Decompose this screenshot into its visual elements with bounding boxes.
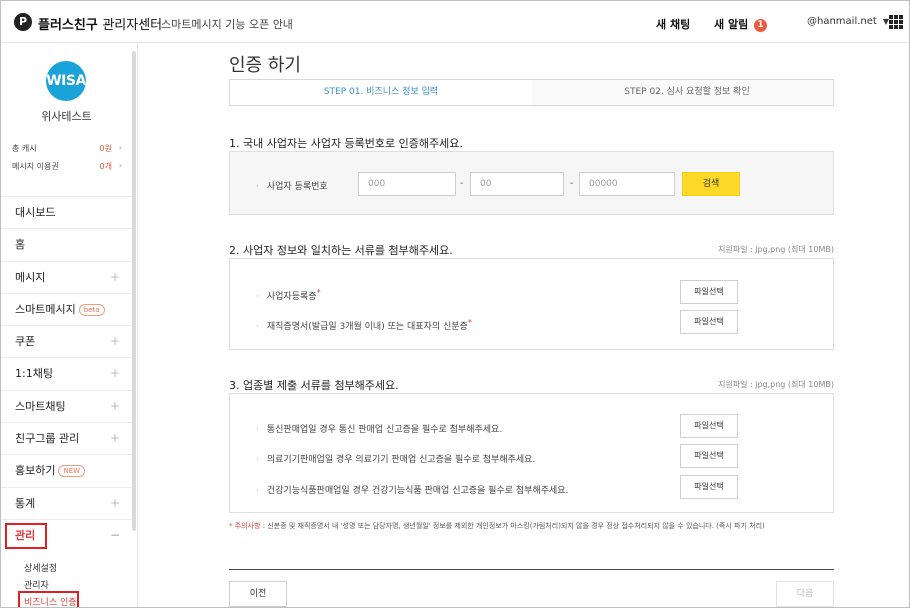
sidebar-item-chat[interactable]: 1:1채팅 + xyxy=(1,357,132,389)
sidebar: WISA 위사테스트 총 캐시 0원 › 메시지 이용권 0개 › 대시보드 홈… xyxy=(1,43,138,607)
profile-avatar[interactable]: WISA xyxy=(46,61,86,101)
voucher-row[interactable]: 메시지 이용권 0개 › xyxy=(12,161,122,172)
sidebar-item-home[interactable]: 홈 xyxy=(1,228,132,260)
plus-icon: + xyxy=(109,269,120,284)
apps-grid-icon[interactable] xyxy=(889,15,903,29)
sidebar-item-label: 통계 xyxy=(15,496,36,510)
plus-icon: + xyxy=(109,398,120,413)
dash-separator: - xyxy=(460,178,464,189)
step-indicator: STEP 01. 비즈니스 정보 입력 STEP 02. 심사 요청할 정보 확… xyxy=(229,79,834,106)
new-badge: NEW xyxy=(58,465,86,478)
file-select-button[interactable]: 파일선택 xyxy=(680,475,738,499)
sidebar-item-label: 쿠폰 xyxy=(15,335,36,349)
submenu-business-auth[interactable]: 비즈니스 인증 xyxy=(24,595,77,607)
document-row-business-license: · 사업자등록증* xyxy=(256,288,321,302)
business-number-field-1[interactable]: 000 xyxy=(358,172,456,196)
sidebar-item-label: 홈 xyxy=(15,238,26,252)
sidebar-item-label: 친구그룹 관리 xyxy=(15,432,80,446)
file-support-note: 지원파일 : jpg,png (최대 10MB) xyxy=(718,245,834,254)
business-number-label: · 사업자 등록번호 xyxy=(256,182,328,192)
top-bar: P 플러스친구 관리자센터 스마트메시지 기능 오픈 안내 새 채팅 새 알림 … xyxy=(1,1,909,43)
file-select-button[interactable]: 파일선택 xyxy=(680,444,738,468)
account-menu[interactable]: @hanmail.net ▼ xyxy=(807,16,889,27)
business-number-field-2[interactable]: 00 xyxy=(470,172,564,196)
sidebar-item-label: 1:1채팅 xyxy=(15,367,53,381)
highlight-box xyxy=(5,522,47,549)
search-button[interactable]: 검색 xyxy=(682,172,740,196)
alarm-count-badge: 1 xyxy=(754,19,768,32)
business-number-panel: · 사업자 등록번호 000 - 00 - 00000 검색 xyxy=(229,151,834,215)
divider xyxy=(229,569,834,570)
account-email: @hanmail.net xyxy=(807,16,877,27)
app-title[interactable]: 플러스친구 관리자센터 xyxy=(38,14,162,33)
sidebar-item-promotion[interactable]: 홍보하기 NEW xyxy=(1,454,132,486)
chevron-right-icon: › xyxy=(118,143,122,152)
new-alarm-link[interactable]: 새 알림 1 xyxy=(714,16,768,32)
sidebar-item-label: 스마트메시지 xyxy=(15,302,76,316)
next-button[interactable]: 다음 xyxy=(776,581,834,607)
cash-row[interactable]: 총 캐시 0원 › xyxy=(12,143,122,154)
documents-panel: · 사업자등록증* 파일선택 · 재직증명서(발급일 3개월 이내) 또는 대표자의… xyxy=(229,258,834,350)
plus-icon: + xyxy=(109,495,120,510)
plus-icon: + xyxy=(109,366,120,381)
profile-name: 위사테스트 xyxy=(41,110,92,123)
chevron-right-icon: › xyxy=(118,161,122,170)
voucher-label: 메시지 이용권 xyxy=(12,162,59,171)
section-2-title: 2. 사업자 정보와 일치하는 서류를 첨부해주세요. xyxy=(229,244,453,257)
sidebar-item-manage[interactable]: 관리 − xyxy=(1,518,132,551)
file-select-button[interactable]: 파일선택 xyxy=(680,280,738,304)
business-number-field-3[interactable]: 00000 xyxy=(579,172,675,196)
submenu-admin[interactable]: 관리자 xyxy=(24,578,49,591)
plusfriend-logo-icon[interactable]: P xyxy=(14,13,32,31)
submenu-detail-settings[interactable]: 상세설정 xyxy=(24,561,57,574)
cash-value: 0원 xyxy=(99,144,112,153)
dash-separator: - xyxy=(570,178,574,189)
new-alarm-label: 새 알림 xyxy=(714,18,749,31)
document-row-medical-device: · 의료기기판매업일 경우 의료기기 판매업 신고증을 필수로 첨부해주세요. xyxy=(256,455,536,465)
beta-badge: beta xyxy=(78,303,105,316)
sidebar-scrollbar[interactable] xyxy=(132,51,136,531)
minus-icon: − xyxy=(109,527,120,542)
main-content: 인증 하기 STEP 01. 비즈니스 정보 입력 STEP 02. 심사 요청… xyxy=(138,43,909,607)
sidebar-item-smart-message[interactable]: 스마트메시지 beta xyxy=(1,292,132,325)
sidebar-item-label: 대시보드 xyxy=(15,206,56,219)
section-3-title: 3. 업종별 제출 서류를 첨부해주세요. xyxy=(229,379,399,392)
new-chat-link[interactable]: 새 채팅 xyxy=(656,16,690,32)
privacy-notice: * 주의사항 : 신분증 및 재직증명서 내 '성명 또는 담당자명, 생년월일… xyxy=(229,521,765,531)
document-row-health-food: · 건강기능식품판매업일 경우 건강기능식품 판매업 신고증을 필수로 첨부해주세… xyxy=(256,486,569,496)
document-row-ecommerce: · 통신판매업일 경우 통신 판매업 신고증을 필수로 첨부해주세요. xyxy=(256,425,503,435)
plus-icon: + xyxy=(109,431,120,446)
step-1: STEP 01. 비즈니스 정보 입력 xyxy=(230,80,532,105)
sidebar-item-statistics[interactable]: 통계 + xyxy=(1,486,132,519)
step-2: STEP 02. 심사 요청할 정보 확인 xyxy=(624,87,750,97)
brand-name: 플러스친구 xyxy=(38,18,98,33)
industry-documents-panel: · 통신판매업일 경우 통신 판매업 신고증을 필수로 첨부해주세요. 파일선택 … xyxy=(229,393,834,513)
sidebar-item-label: 메시지 xyxy=(15,270,46,284)
sidebar-item-message[interactable]: 메시지 + xyxy=(1,260,132,293)
sidebar-item-label: 스마트채팅 xyxy=(15,399,66,413)
notice-link[interactable]: 스마트메시지 기능 오픈 안내 xyxy=(161,16,293,32)
app-window: P 플러스친구 관리자센터 스마트메시지 기능 오픈 안내 새 채팅 새 알림 … xyxy=(0,0,910,608)
sidebar-item-coupon[interactable]: 쿠폰 + xyxy=(1,325,132,357)
document-row-employment-cert: · 재직증명서(발급일 3개월 이내) 또는 대표자의 신분증* xyxy=(256,318,472,332)
plus-icon: + xyxy=(109,334,120,349)
page-title: 인증 하기 xyxy=(229,55,301,76)
cash-label: 총 캐시 xyxy=(12,144,37,153)
file-select-button[interactable]: 파일선택 xyxy=(680,310,738,334)
previous-button[interactable]: 이전 xyxy=(229,581,287,607)
file-support-note: 지원파일 : jpg,png (최대 10MB) xyxy=(718,380,834,389)
notice-text: : 신분증 및 재직증명서 내 '성명 또는 담당자명, 생년월일' 정보를 제… xyxy=(260,522,765,530)
sidebar-item-label: 홍보하기 xyxy=(15,464,56,478)
sidebar-item-dashboard[interactable]: 대시보드 xyxy=(1,196,132,228)
sidebar-item-smart-chat[interactable]: 스마트채팅 + xyxy=(1,389,132,422)
section-1-title: 1. 국내 사업자는 사업자 등록번호로 인증해주세요. xyxy=(229,137,463,150)
sidebar-item-friend-group[interactable]: 친구그룹 관리 + xyxy=(1,422,132,454)
voucher-value: 0개 xyxy=(99,162,112,171)
sidebar-menu: 대시보드 홈 메시지 + 스마트메시지 beta 쿠폰 + 1:1채팅 + 스마트… xyxy=(1,196,132,551)
brand-subtitle: 관리자센터 xyxy=(102,18,163,33)
notice-label: * 주의사항 xyxy=(229,522,261,530)
file-select-button[interactable]: 파일선택 xyxy=(680,414,738,438)
